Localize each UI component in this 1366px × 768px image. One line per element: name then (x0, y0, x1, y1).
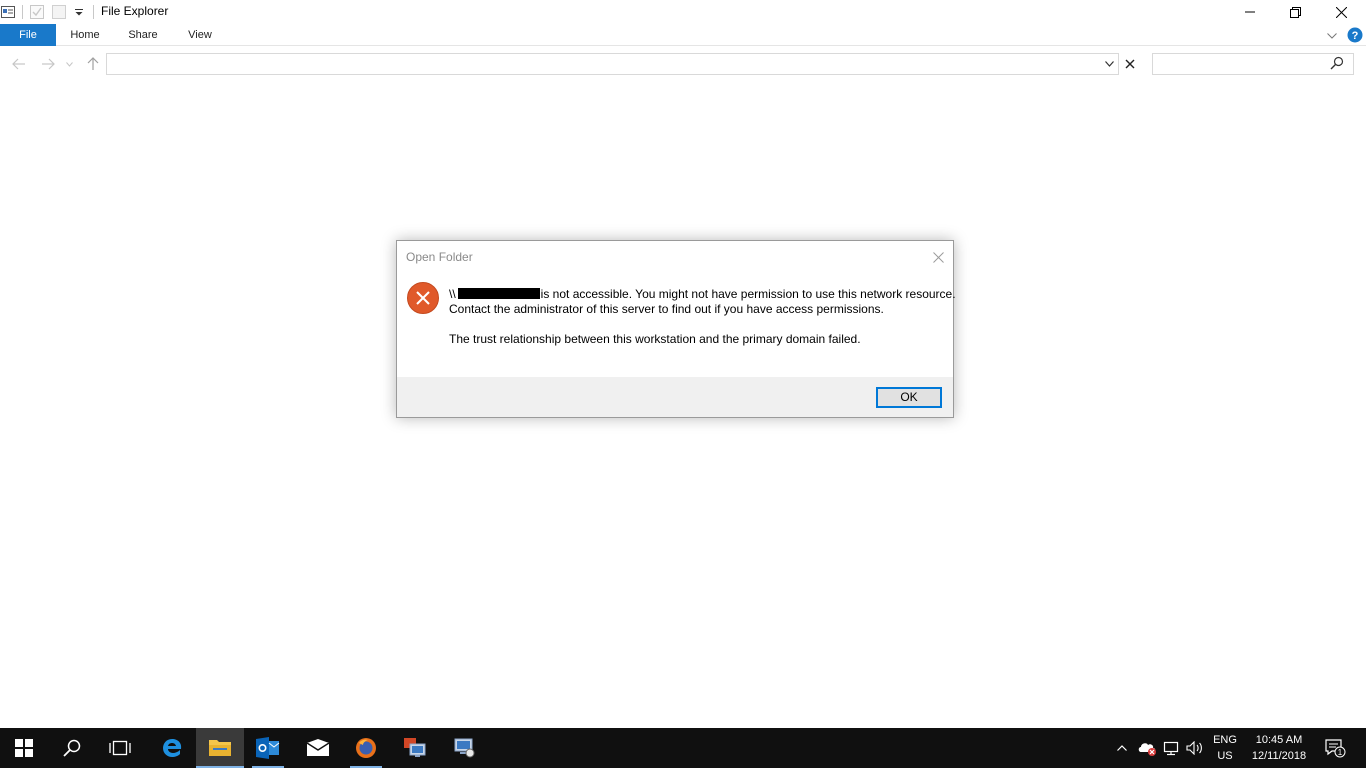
notification-count: 1 (1338, 748, 1343, 757)
title-bar: File Explorer (0, 0, 1366, 24)
ok-button[interactable]: OK (876, 387, 942, 408)
qat-dropdown-icon[interactable] (71, 4, 87, 20)
volume-button[interactable] (1184, 728, 1206, 768)
firefox-icon (356, 738, 376, 758)
minimize-icon (1245, 11, 1255, 13)
folder-icon (209, 740, 231, 756)
arrow-right-icon (42, 58, 55, 70)
chevron-down-icon (65, 61, 73, 67)
close-icon (1335, 6, 1347, 18)
network-icon (1163, 741, 1179, 756)
minimize-button[interactable] (1227, 0, 1273, 24)
tab-view[interactable]: View (178, 24, 222, 46)
taskbar-mail[interactable] (294, 728, 342, 768)
tab-share[interactable]: Share (120, 24, 166, 46)
taskbar-outlook[interactable] (244, 728, 292, 768)
recent-locations-button[interactable] (62, 54, 76, 74)
speaker-icon (1186, 741, 1202, 755)
network-path-prefix: \\ (449, 287, 456, 301)
mail-icon (306, 739, 330, 756)
new-item-icon[interactable] (51, 4, 67, 20)
qat-separator (22, 5, 23, 19)
taskbar-edge[interactable] (148, 728, 196, 768)
taskbar-firefox[interactable] (342, 728, 390, 768)
close-icon (932, 251, 944, 263)
help-button[interactable]: ? (1347, 27, 1363, 43)
restore-button[interactable] (1272, 0, 1318, 24)
input-language-button[interactable]: ENG US (1210, 732, 1240, 764)
chevron-down-icon (1327, 33, 1337, 39)
redacted-server-name (457, 288, 540, 299)
svg-text:?: ? (1352, 30, 1359, 42)
help-icon: ? (1347, 27, 1363, 43)
open-folder-dialog: Open Folder \\ is not accessible. You mig… (396, 240, 956, 418)
forward-button[interactable] (38, 54, 58, 74)
task-view-button[interactable] (96, 728, 144, 768)
taskbar-file-explorer[interactable] (196, 728, 244, 768)
arrow-up-icon (87, 57, 99, 70)
search-input[interactable] (1152, 53, 1354, 75)
error-message-line-2: Contact the administrator of this server… (449, 302, 884, 316)
edge-icon (163, 739, 182, 757)
cloud-sync-icon (1138, 743, 1156, 756)
error-detail: The trust relationship between this work… (449, 332, 861, 346)
expand-ribbon-button[interactable] (1325, 29, 1339, 43)
ribbon-tabs: File Home Share View ? (0, 24, 1366, 46)
new-folder-checkbox-icon[interactable] (29, 4, 45, 20)
close-icon (1125, 59, 1135, 69)
chevron-down-icon (1104, 61, 1114, 67)
clock-button[interactable]: 10:45 AM 12/11/2018 (1246, 732, 1312, 764)
network-button[interactable] (1160, 728, 1182, 768)
keyboard-layout: US (1217, 750, 1233, 762)
start-button[interactable] (0, 728, 48, 768)
action-center-button[interactable]: 1 (1320, 728, 1350, 768)
tab-file[interactable]: File (0, 24, 56, 46)
taskbar-network-tool[interactable] (440, 728, 488, 768)
restore-icon (1289, 6, 1301, 18)
search-icon (63, 739, 81, 757)
error-icon (407, 282, 439, 314)
qat-separator-2 (93, 5, 94, 19)
close-window-button[interactable] (1318, 0, 1364, 24)
clock-date: 12/11/2018 (1251, 750, 1307, 762)
up-button[interactable] (83, 54, 103, 74)
error-message: \\ is not accessible. You might not have … (449, 287, 956, 317)
dialog-title: Open Folder (406, 250, 473, 264)
address-history-button[interactable] (1100, 54, 1118, 74)
show-hidden-icons-button[interactable] (1114, 728, 1130, 768)
properties-icon[interactable] (0, 4, 16, 20)
task-view-icon (109, 740, 131, 756)
computer-management-icon (454, 738, 475, 758)
back-button[interactable] (9, 54, 29, 74)
taskbar-remote-app[interactable] (390, 728, 438, 768)
language-code: ENG (1213, 734, 1237, 746)
notification-icon: 1 (1325, 739, 1346, 758)
error-message-line-1: \\ is not accessible. You might not have … (449, 287, 956, 302)
window-title: File Explorer (101, 4, 169, 18)
address-bar[interactable] (106, 53, 1119, 75)
not-accessible-text: is not accessible. You might not have pe… (540, 287, 956, 301)
onedrive-status-button[interactable] (1136, 728, 1158, 768)
dialog-close-button[interactable] (927, 247, 949, 267)
clock-time: 10:45 AM (1255, 734, 1303, 746)
remote-desktop-icon (404, 738, 426, 757)
windows-logo-icon (15, 739, 33, 757)
chevron-up-icon (1117, 745, 1127, 751)
arrow-left-icon (12, 58, 25, 70)
address-clear-button[interactable] (1120, 53, 1140, 75)
outlook-icon (256, 737, 280, 759)
search-button[interactable] (48, 728, 96, 768)
search-icon[interactable] (1330, 56, 1346, 72)
taskbar: ENG US 10:45 AM 12/11/2018 1 (0, 728, 1366, 768)
quick-access-toolbar (0, 3, 100, 21)
dialog-footer: OK (397, 377, 953, 417)
tab-home[interactable]: Home (62, 24, 108, 46)
